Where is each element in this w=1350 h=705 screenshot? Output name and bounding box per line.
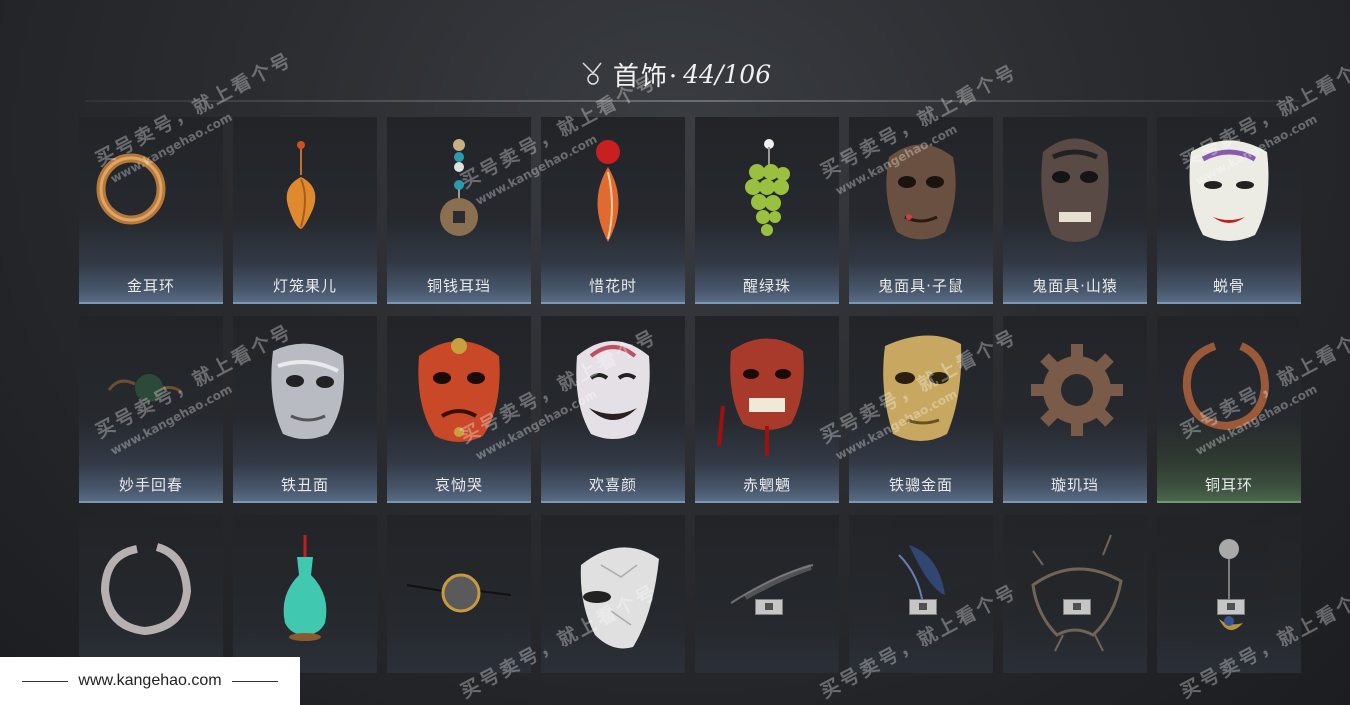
item-name: 鬼面具·子鼠 (878, 277, 964, 295)
slot-underline (79, 302, 223, 304)
slot-underline (1003, 501, 1147, 503)
slot-underline (849, 302, 993, 304)
rat-mask-icon (886, 144, 956, 240)
item-slot[interactable] (79, 515, 223, 673)
item-slot[interactable] (233, 515, 377, 673)
thorn-mask-icon (1031, 534, 1123, 652)
item-name: 铁骢金面 (888, 476, 953, 494)
lock-icon (1217, 599, 1245, 615)
slot-underline (541, 501, 685, 503)
monkey-mask-icon (1041, 138, 1109, 242)
flower-petal-icon (596, 140, 620, 242)
slot-underline (233, 302, 377, 304)
item-name: 蜕骨 (1212, 277, 1245, 295)
paper-mask-icon (580, 547, 659, 649)
copper-coin-earring-icon (440, 139, 478, 236)
slot-underline (849, 501, 993, 503)
gear-ring-icon (1031, 344, 1123, 436)
slot-underline (387, 501, 531, 503)
lock-icon (755, 599, 783, 615)
copper-earring-icon (1182, 342, 1270, 431)
item-name: 惜花时 (588, 277, 637, 295)
item-slot-locked[interactable] (849, 515, 993, 673)
item-slot[interactable]: 赤魍魉 (695, 316, 839, 503)
slot-underline (1003, 302, 1147, 304)
silver-ring-icon (100, 543, 192, 636)
item-slot[interactable]: 铁丑面 (233, 316, 377, 503)
footer-line (22, 680, 69, 682)
item-name: 妙手回春 (118, 476, 183, 494)
item-slot[interactable]: 铁骢金面 (849, 316, 993, 503)
item-slot[interactable]: 铜耳环 (1157, 316, 1301, 503)
blue-feather-icon (898, 545, 945, 606)
item-slot[interactable]: 鬼面具·山猿 (1003, 117, 1147, 304)
earring-category-icon (582, 62, 602, 85)
gold-earring-icon (96, 153, 166, 225)
item-name: 铁丑面 (280, 476, 329, 494)
item-slot[interactable]: 蜕骨 (1157, 117, 1301, 304)
lock-icon (1063, 599, 1091, 615)
smiling-mask-icon (576, 341, 650, 439)
lock-icon (909, 599, 937, 615)
site-footer: www.kangehao.com (0, 657, 300, 705)
slot-underline (233, 501, 377, 503)
item-name: 鬼面具·山猿 (1032, 277, 1118, 295)
lantern-fruit-icon (286, 141, 316, 229)
slot-underline (387, 302, 531, 304)
item-slot[interactable]: 妙手回春 (79, 316, 223, 503)
iron-mask-icon (271, 343, 344, 439)
collection-count: 44/106 (683, 59, 772, 89)
white-mask-icon (1189, 140, 1269, 241)
item-slot-locked[interactable] (695, 515, 839, 673)
item-slot[interactable]: 欢喜颜 (541, 316, 685, 503)
feather-icon (730, 564, 814, 604)
red-mask-icon (418, 338, 500, 442)
item-slot[interactable]: 璇玑珰 (1003, 316, 1147, 503)
item-slot-locked[interactable] (1157, 515, 1301, 673)
item-slot[interactable] (387, 515, 531, 673)
item-name: 欢喜颜 (588, 476, 637, 494)
item-name: 灯笼果儿 (272, 277, 337, 295)
slot-underline (1157, 501, 1301, 503)
monocle-icon (406, 573, 512, 613)
item-slot[interactable]: 哀恸哭 (387, 316, 531, 503)
slot-underline (79, 501, 223, 503)
gold-mask-icon (883, 335, 962, 441)
item-name: 璇玑珰 (1050, 476, 1099, 494)
red-demon-mask-icon (717, 338, 804, 456)
item-slot-locked[interactable] (1003, 515, 1147, 673)
footer-url: www.kangehao.com (78, 672, 222, 689)
item-slot[interactable]: 醒绿珠 (695, 117, 839, 304)
slot-underline (695, 501, 839, 503)
item-name: 赤魍魉 (742, 476, 791, 494)
item-slot[interactable]: 灯笼果儿 (233, 117, 377, 304)
green-grape-icon (745, 139, 790, 236)
footer-line (231, 680, 278, 682)
item-slot[interactable]: 铜钱耳珰 (387, 117, 531, 304)
item-slot[interactable]: 鬼面具·子鼠 (849, 117, 993, 304)
slot-underline (541, 302, 685, 304)
item-slot[interactable]: 金耳环 (79, 117, 223, 304)
jade-vase-icon (283, 535, 327, 641)
page-header: 首饰· 44/106 (0, 52, 1350, 96)
bead-necklace-icon (107, 374, 183, 402)
slot-underline (1157, 302, 1301, 304)
slot-underline (695, 302, 839, 304)
page-title: 首饰· (612, 61, 680, 92)
item-slot[interactable] (541, 515, 685, 673)
item-name: 铜耳环 (1204, 476, 1253, 494)
item-name: 哀恸哭 (434, 476, 483, 494)
moon-pendant-icon (1219, 539, 1243, 631)
item-name: 金耳环 (126, 277, 175, 295)
header-divider (85, 100, 1300, 102)
item-name: 醒绿珠 (742, 277, 791, 295)
item-name: 铜钱耳珰 (426, 277, 491, 295)
item-slot[interactable]: 惜花时 (541, 117, 685, 304)
